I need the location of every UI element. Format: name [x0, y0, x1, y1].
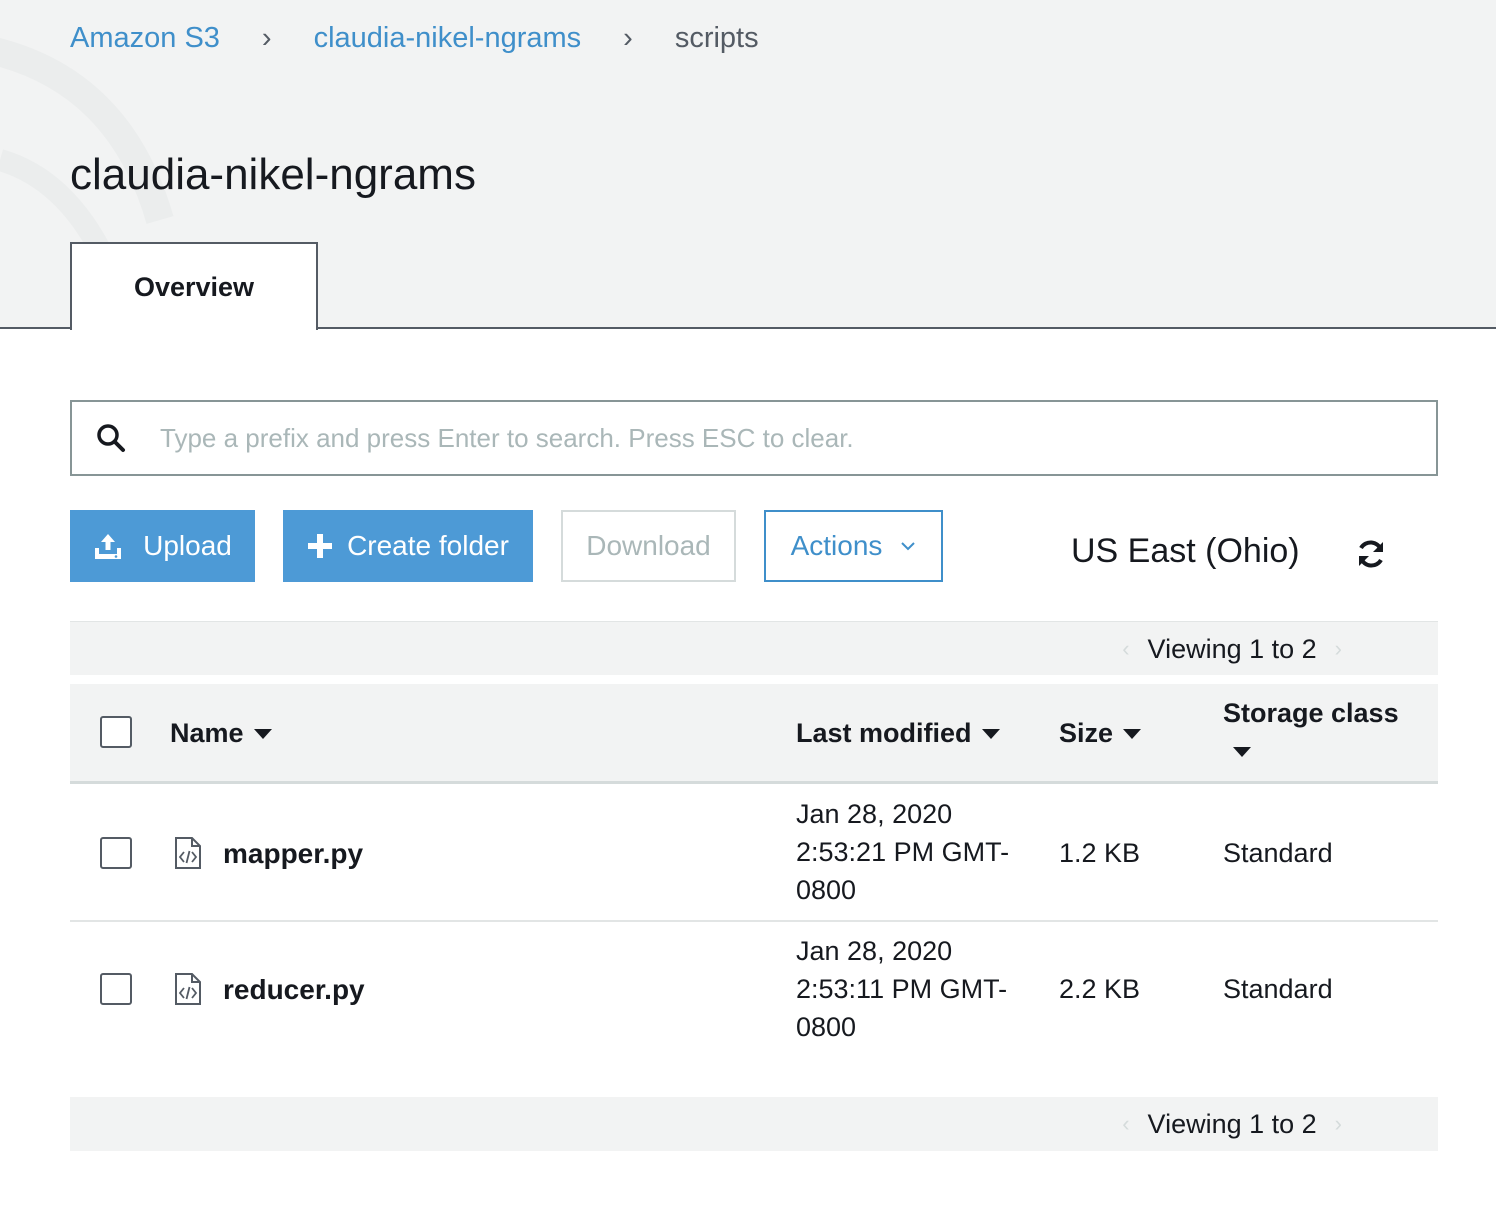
column-header-storage-class-label: Storage class	[1223, 698, 1399, 728]
create-folder-button-label: Create folder	[347, 530, 509, 561]
last-modified-time: 2:53:21 PM GMT-	[796, 837, 1010, 867]
download-button[interactable]: Download	[561, 510, 736, 582]
last-modified-cell: Jan 28, 2020 2:53:11 PM GMT- 0800	[796, 932, 1036, 1046]
refresh-icon[interactable]	[1356, 538, 1386, 570]
upload-button[interactable]: Upload	[70, 510, 255, 582]
download-button-label: Download	[586, 530, 711, 561]
chevron-down-icon	[901, 542, 916, 551]
table-header: Name Last modified Size Storage class	[70, 684, 1438, 784]
row-checkbox[interactable]	[100, 973, 132, 1005]
code-file-icon	[175, 973, 201, 1005]
column-header-storage-class[interactable]: Storage class	[1223, 698, 1399, 757]
region-label: US East (Ohio)	[1071, 532, 1300, 570]
column-header-last-modified-label: Last modified	[796, 718, 972, 748]
pager-text: Viewing 1 to 2	[1147, 633, 1317, 664]
code-file-icon	[175, 837, 201, 869]
pager-prev-icon[interactable]: ‹	[1122, 1111, 1129, 1137]
breadcrumb-bucket[interactable]: claudia-nikel-ngrams	[314, 22, 582, 55]
sort-caret-icon	[1123, 728, 1142, 739]
table-row: reducer.py Jan 28, 2020 2:53:11 PM GMT- …	[70, 922, 1438, 1058]
column-header-size-label: Size	[1059, 718, 1114, 748]
pager-top: ‹ Viewing 1 to 2 ›	[70, 621, 1438, 675]
size-cell: 1.2 KB	[1059, 838, 1141, 868]
last-modified-date: Jan 28, 2020	[796, 936, 953, 966]
breadcrumb: Amazon S3 › claudia-nikel-ngrams › scrip…	[70, 22, 759, 55]
breadcrumb-separator: ›	[261, 22, 272, 54]
last-modified-offset: 0800	[796, 1012, 857, 1042]
size-cell: 2.2 KB	[1059, 974, 1141, 1004]
create-folder-button[interactable]: Create folder	[283, 510, 533, 582]
search-bar	[70, 400, 1438, 476]
pager-next-icon[interactable]: ›	[1335, 1111, 1342, 1137]
breadcrumb-amazon-s3[interactable]: Amazon S3	[70, 22, 220, 55]
pager-next-icon[interactable]: ›	[1335, 636, 1342, 662]
column-header-last-modified[interactable]: Last modified	[796, 718, 1000, 749]
storage-class-cell: Standard	[1223, 974, 1333, 1004]
last-modified-cell: Jan 28, 2020 2:53:21 PM GMT- 0800	[796, 795, 1036, 909]
pager-bottom: ‹ Viewing 1 to 2 ›	[70, 1097, 1438, 1151]
column-header-name[interactable]: Name	[170, 718, 272, 749]
last-modified-date: Jan 28, 2020	[796, 799, 953, 829]
last-modified-offset: 0800	[796, 875, 857, 905]
breadcrumb-current-folder: scripts	[674, 22, 759, 54]
table-row: mapper.py Jan 28, 2020 2:53:21 PM GMT- 0…	[70, 786, 1438, 922]
tab-overview[interactable]: Overview	[70, 242, 318, 330]
plus-icon	[308, 534, 333, 558]
search-input[interactable]	[160, 422, 1360, 454]
upload-icon	[95, 534, 122, 559]
select-all-checkbox[interactable]	[100, 716, 132, 748]
actions-dropdown[interactable]: Actions	[764, 510, 943, 582]
sort-caret-icon	[1233, 747, 1251, 757]
row-checkbox[interactable]	[100, 837, 132, 869]
page-title: claudia-nikel-ngrams	[70, 150, 476, 199]
column-header-name-label: Name	[170, 718, 244, 748]
file-name-link[interactable]: reducer.py	[223, 974, 365, 1006]
search-icon	[97, 424, 125, 452]
storage-class-cell: Standard	[1223, 838, 1333, 868]
pager-prev-icon[interactable]: ‹	[1122, 636, 1129, 662]
breadcrumb-separator: ›	[623, 22, 633, 54]
file-name-link[interactable]: mapper.py	[223, 838, 363, 870]
sort-caret-icon	[253, 728, 272, 739]
column-header-size[interactable]: Size	[1059, 718, 1142, 749]
upload-button-label: Upload	[143, 530, 232, 561]
last-modified-time: 2:53:11 PM GMT-	[796, 974, 1008, 1004]
actions-dropdown-label: Actions	[790, 530, 883, 561]
pager-text: Viewing 1 to 2	[1147, 1108, 1317, 1139]
sort-caret-icon	[981, 728, 1000, 739]
